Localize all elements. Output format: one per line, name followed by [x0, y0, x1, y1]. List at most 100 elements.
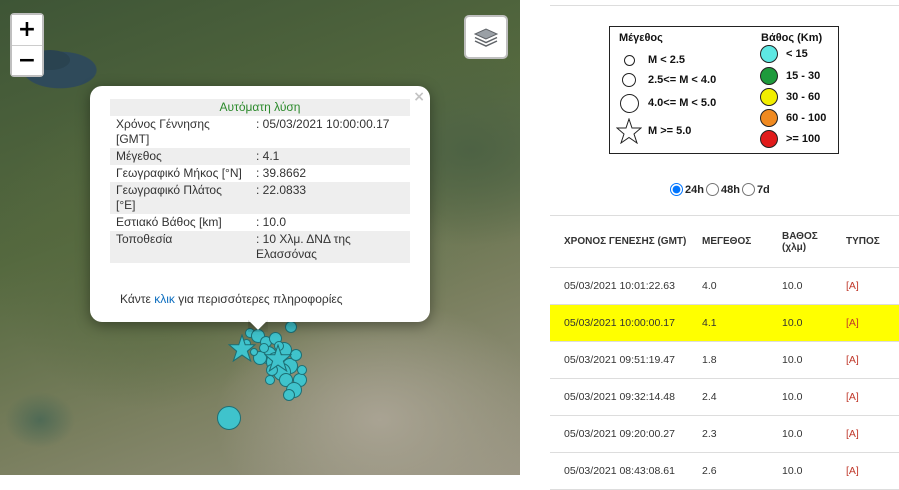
divider	[550, 5, 899, 6]
range-7d-radio[interactable]	[741, 183, 755, 196]
earthquake-marker[interactable]	[285, 321, 297, 333]
legend-magnitude-item: M >= 5.0	[610, 118, 692, 144]
popup-details-table: Αυτόματη λύση Χρόνος Γέννησης [GMT] : 05/…	[110, 99, 410, 263]
cell-magnitude: 2.4	[688, 378, 768, 416]
legend-magnitude-label: 4.0<= M < 5.0	[648, 97, 717, 109]
table-row[interactable]: 05/03/2021 10:01:22.63 4.0 10.0 [A]	[550, 267, 899, 305]
table-row[interactable]: 05/03/2021 09:51:19.47 1.8 10.0 [A]	[550, 341, 899, 379]
cell-type-link[interactable]: [A]	[832, 378, 899, 416]
range-24h-label[interactable]: 24h	[685, 184, 704, 196]
table-row[interactable]: 05/03/2021 09:20:00.27 2.3 10.0 [A]	[550, 415, 899, 453]
popup-value: : 10.0	[256, 215, 287, 229]
popup-tip	[248, 320, 268, 332]
popup-label: Εστιακό Βάθος [km]	[116, 215, 222, 229]
legend-depth-item: >= 100	[760, 130, 820, 148]
header-type[interactable]: ΤΥΠΟΣ	[832, 215, 899, 268]
layers-icon	[473, 28, 499, 47]
range-48h-radio[interactable]	[705, 183, 719, 196]
legend-magnitude-item: 4.0<= M < 5.0	[610, 93, 717, 113]
cell-type-link[interactable]: [A]	[832, 415, 899, 453]
header-depth[interactable]: ΒΑΘΟΣ (χλμ)	[768, 215, 832, 268]
legend-magnitude-item: M < 2.5	[610, 51, 685, 69]
cell-magnitude: 1.8	[688, 341, 768, 379]
legend-depth-title: Βάθος (Km)	[761, 32, 823, 44]
depth-color-swatch	[760, 130, 778, 148]
popup-value: : 22.0833	[250, 182, 410, 214]
cell-magnitude: 2.6	[688, 452, 768, 490]
cell-depth: 10.0	[768, 378, 832, 416]
legend-depth-label: >= 100	[786, 133, 821, 145]
depth-color-swatch	[760, 45, 778, 63]
depth-color-swatch	[760, 109, 778, 127]
popup-value: : 4.1	[250, 148, 410, 165]
close-icon[interactable]: ×	[413, 89, 425, 105]
earthquake-marker[interactable]	[217, 406, 241, 430]
cell-time: 05/03/2021 09:32:14.48	[550, 378, 688, 416]
cell-magnitude: 4.1	[688, 304, 768, 342]
cell-time: 05/03/2021 09:20:00.27	[550, 415, 688, 453]
cell-depth: 10.0	[768, 267, 832, 305]
legend-magnitude-label: M >= 5.0	[648, 125, 692, 137]
popup-value: : 05/03/2021 10:00:00.17	[256, 117, 390, 131]
depth-color-swatch	[760, 67, 778, 85]
header-magnitude[interactable]: ΜΕΓΕΘΟΣ	[688, 215, 768, 268]
popup-more-info: Κάντε κλικ για περισσότερες πληροφορίες	[120, 292, 343, 306]
cell-time: 05/03/2021 10:00:00.17	[550, 304, 688, 342]
popup-label: Τοποθεσία	[110, 231, 250, 263]
earthquake-popup: × Αυτόματη λύση Χρόνος Γέννησης [GMT] : 0…	[90, 86, 430, 322]
table-row[interactable]: 05/03/2021 08:43:08.61 2.6 10.0 [A]	[550, 452, 899, 490]
cell-type-link[interactable]: [A]	[832, 452, 899, 490]
zoom-out-button[interactable]: −	[12, 45, 42, 75]
zoom-in-button[interactable]: +	[12, 15, 42, 45]
cell-depth: 10.0	[768, 304, 832, 342]
cell-depth: 10.0	[768, 341, 832, 379]
legend-depth-label: 15 - 30	[786, 70, 821, 82]
earthquake-marker[interactable]	[297, 365, 307, 375]
cell-type-link[interactable]: [A]	[832, 267, 899, 305]
range-7d-label[interactable]: 7d	[757, 184, 770, 196]
popup-label: Μέγεθος	[110, 148, 250, 165]
popup-label: Γεωγραφικό Πλάτος [°E]	[110, 182, 250, 214]
table-row[interactable]: 05/03/2021 09:32:14.48 2.4 10.0 [A]	[550, 378, 899, 416]
depth-color-swatch	[760, 88, 778, 106]
earthquake-marker[interactable]	[283, 389, 295, 401]
time-range-selector: 24h 48h 7d	[670, 183, 772, 196]
legend: Μέγεθος Βάθος (Km) M < 2.5 2.5<= M < 4.0…	[609, 26, 839, 154]
star-icon	[616, 118, 642, 144]
earthquake-star-marker[interactable]	[228, 334, 256, 362]
legend-depth-item: < 15	[760, 45, 808, 63]
cell-time: 05/03/2021 10:01:22.63	[550, 267, 688, 305]
header-time[interactable]: ΧΡΟΝΟΣ ΓΕΝΕΣΗΣ (GMT)	[550, 215, 688, 268]
table-row-selected[interactable]: 05/03/2021 10:00:00.17 4.1 10.0 [A]	[550, 304, 899, 342]
legend-magnitude-title: Μέγεθος	[619, 32, 663, 44]
cell-type-link[interactable]: [A]	[832, 341, 899, 379]
legend-magnitude-label: 2.5<= M < 4.0	[648, 74, 717, 86]
legend-depth-item: 30 - 60	[760, 88, 820, 106]
legend-depth-label: < 15	[786, 48, 808, 60]
events-table: ΧΡΟΝΟΣ ΓΕΝΕΣΗΣ (GMT) ΜΕΓΕΘΟΣ ΒΑΘΟΣ (χλμ)…	[550, 215, 899, 490]
layers-button[interactable]	[464, 15, 508, 59]
popup-label: Χρόνος Γέννησης [GMT]	[116, 117, 210, 146]
medium-circle-icon	[622, 73, 636, 87]
popup-label: Γεωγραφικό Μήκος [°N]	[116, 166, 242, 180]
legend-depth-item: 15 - 30	[760, 67, 820, 85]
earthquake-star-marker[interactable]	[264, 344, 292, 372]
more-info-link[interactable]: κλικ	[154, 292, 175, 306]
cell-time: 05/03/2021 08:43:08.61	[550, 452, 688, 490]
cell-magnitude: 2.3	[688, 415, 768, 453]
range-24h-radio[interactable]	[670, 183, 683, 196]
large-circle-icon	[619, 93, 639, 113]
cell-type-link[interactable]: [A]	[832, 304, 899, 342]
popup-heading: Αυτόματη λύση	[110, 99, 410, 116]
legend-magnitude-item: 2.5<= M < 4.0	[610, 71, 716, 89]
map-view[interactable]: + − × Αυτόματη λύση Χρόνος Γέννησης [GMT…	[0, 0, 520, 475]
earthquake-marker[interactable]	[265, 375, 275, 385]
zoom-control: + −	[10, 13, 44, 77]
legend-depth-item: 60 - 100	[760, 109, 826, 127]
cell-depth: 10.0	[768, 415, 832, 453]
legend-magnitude-label: M < 2.5	[648, 54, 685, 66]
popup-value: : 10 Χλμ. ΔΝΔ της Ελασσόνας	[250, 231, 410, 263]
range-48h-label[interactable]: 48h	[721, 184, 740, 196]
right-panel: Μέγεθος Βάθος (Km) M < 2.5 2.5<= M < 4.0…	[550, 0, 899, 490]
cell-time: 05/03/2021 09:51:19.47	[550, 341, 688, 379]
